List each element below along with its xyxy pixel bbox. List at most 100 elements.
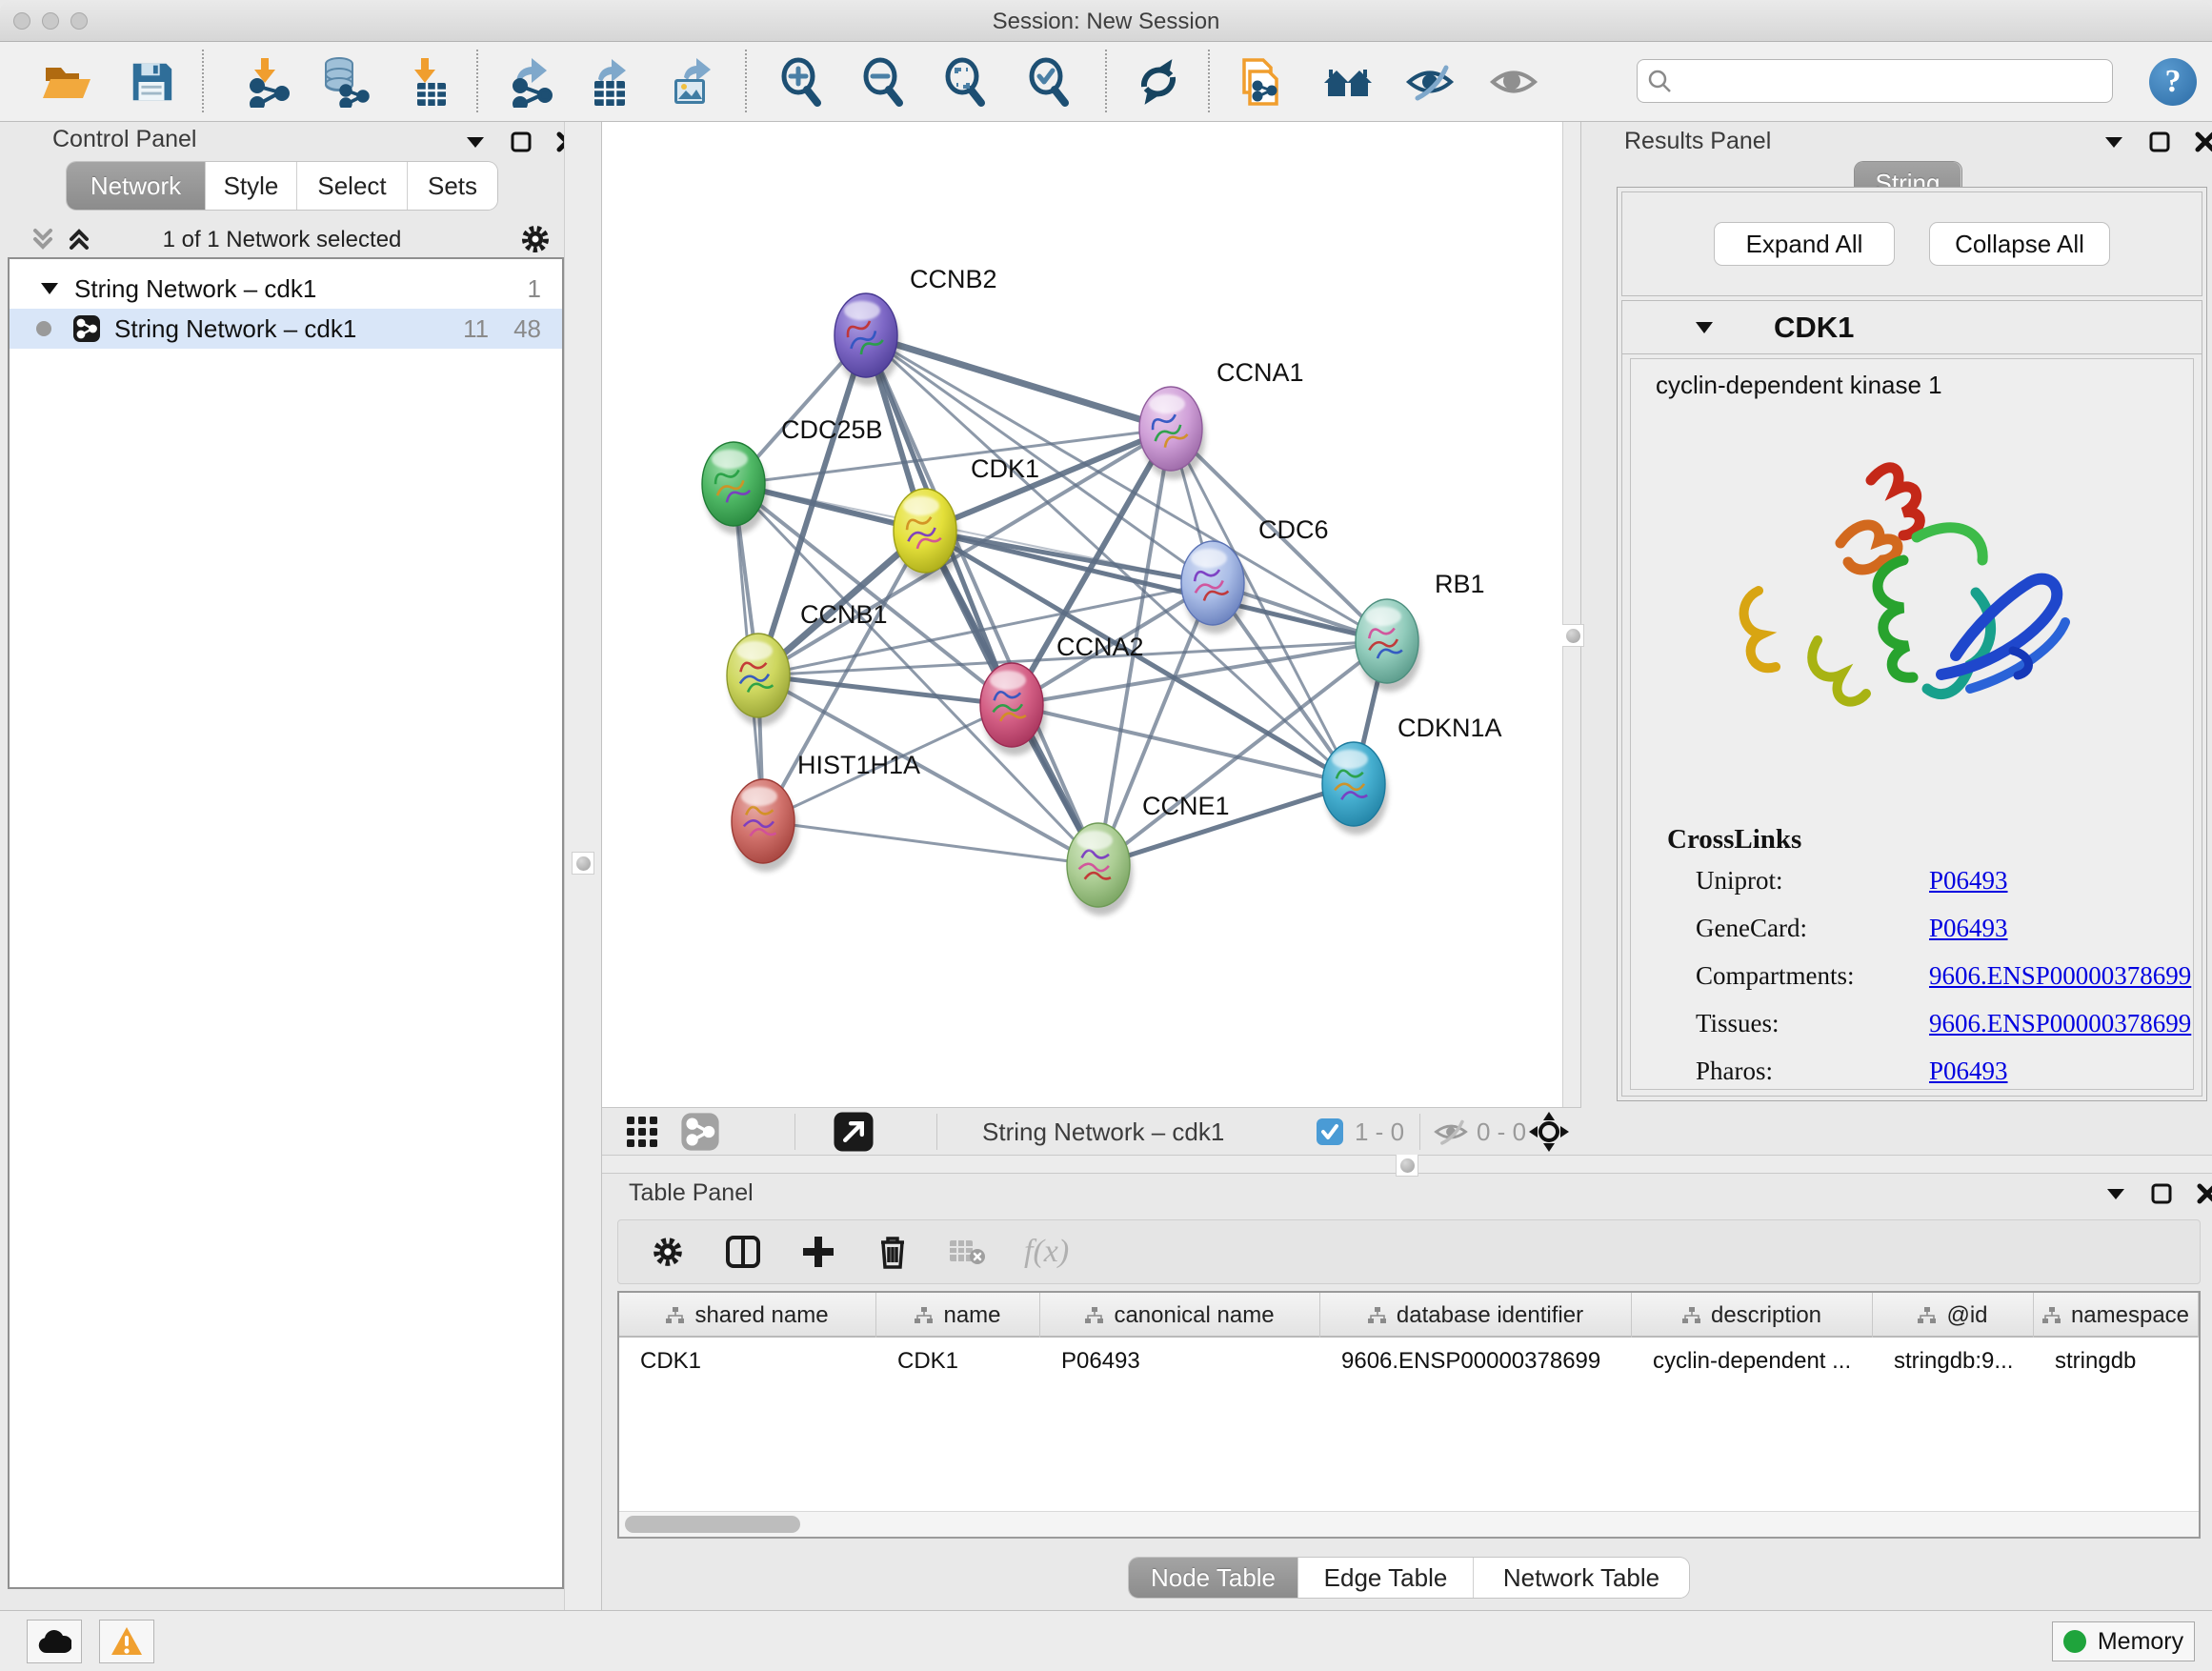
- zoom-out-icon[interactable]: [855, 54, 911, 110]
- network-edge[interactable]: [763, 821, 1098, 865]
- protein-structure-image: [1726, 450, 2098, 764]
- table-cell[interactable]: 9606.ENSP00000378699: [1320, 1339, 1632, 1382]
- results-panel-close-icon[interactable]: [2195, 131, 2212, 152]
- add-column-icon[interactable]: [801, 1235, 835, 1269]
- export-table-icon[interactable]: [583, 54, 638, 110]
- network-collection-row[interactable]: String Network – cdk1 1: [10, 269, 562, 309]
- hide-selected-icon[interactable]: [1402, 54, 1458, 110]
- crosslink-link[interactable]: P06493: [1929, 866, 2008, 896]
- open-session-icon[interactable]: [38, 54, 93, 110]
- gene-section-header[interactable]: CDK1: [1622, 301, 2202, 354]
- results-panel-float-icon[interactable]: [2149, 131, 2170, 152]
- import-network-file-icon[interactable]: [240, 54, 295, 110]
- tab-network[interactable]: Network: [67, 162, 206, 210]
- clone-network-icon[interactable]: [1233, 54, 1288, 110]
- table-panel-float-icon[interactable]: [2151, 1183, 2172, 1204]
- tab-style[interactable]: Style: [206, 162, 297, 210]
- column-header-canonical-name[interactable]: canonical name: [1040, 1293, 1320, 1338]
- expand-all-button[interactable]: Expand All: [1714, 222, 1895, 266]
- delete-column-icon[interactable]: [875, 1234, 910, 1270]
- scrollbar-thumb[interactable]: [625, 1516, 800, 1533]
- collapse-all-button[interactable]: Collapse All: [1929, 222, 2110, 266]
- table-horizontal-scrollbar[interactable]: [619, 1511, 2199, 1537]
- gene-symbol: CDK1: [1774, 311, 1854, 345]
- cloud-status-button[interactable]: [27, 1620, 82, 1663]
- column-header--id[interactable]: @id: [1873, 1293, 2034, 1338]
- table-cell[interactable]: P06493: [1040, 1339, 1320, 1382]
- left-splitter[interactable]: [564, 122, 602, 1610]
- network-thumbnail-icon[interactable]: [680, 1108, 720, 1156]
- network-graph[interactable]: CCNB2CCNA1CDC25BCDK1CDC6RB1CCNB1CCNA2CDK…: [602, 122, 1562, 1107]
- export-network-icon[interactable]: [503, 54, 558, 110]
- home-icon[interactable]: [1320, 54, 1376, 110]
- table-cell[interactable]: stringdb: [2034, 1339, 2199, 1382]
- tab-network-table[interactable]: Network Table: [1474, 1558, 1689, 1598]
- crosslink-label: Uniprot:: [1696, 866, 1783, 895]
- results-panel-collapse-icon[interactable]: [2103, 135, 2124, 149]
- apply-layout-icon[interactable]: [1131, 54, 1186, 110]
- network-node-CCNB1[interactable]: [727, 634, 793, 726]
- save-session-icon[interactable]: [124, 54, 179, 110]
- control-panel-float-icon[interactable]: [511, 131, 532, 152]
- gene-expander-icon[interactable]: [1694, 320, 1715, 334]
- table-options-gear-icon[interactable]: [651, 1235, 685, 1269]
- show-columns-icon[interactable]: [725, 1234, 761, 1270]
- zoom-fit-icon[interactable]: [937, 54, 993, 110]
- right-splitter[interactable]: [1562, 122, 1581, 1107]
- table-cell[interactable]: CDK1: [619, 1339, 876, 1382]
- tab-node-table[interactable]: Node Table: [1129, 1558, 1298, 1598]
- table-row[interactable]: CDK1CDK1P064939606.ENSP00000378699cyclin…: [619, 1339, 2199, 1382]
- collection-expander-icon[interactable]: [40, 282, 59, 295]
- table-panel-close-icon[interactable]: [2197, 1183, 2212, 1204]
- table-cell[interactable]: cyclin-dependent ...: [1632, 1339, 1873, 1382]
- network-node-CDKN1A[interactable]: [1322, 742, 1388, 835]
- network-row[interactable]: String Network – cdk1 11 48: [10, 309, 562, 349]
- network-node-CCNB2[interactable]: [835, 293, 900, 386]
- column-header-shared-name[interactable]: shared name: [619, 1293, 876, 1338]
- fit-selected-crosshair-icon[interactable]: [1528, 1108, 1570, 1156]
- crosslink-link[interactable]: 9606.ENSP00000378699: [1929, 961, 2191, 991]
- table-panel-collapse-icon[interactable]: [2105, 1187, 2126, 1200]
- import-table-icon[interactable]: [400, 54, 455, 110]
- warnings-button[interactable]: [99, 1620, 154, 1663]
- left-splitter-grip[interactable]: [572, 852, 594, 875]
- network-edge[interactable]: [866, 335, 1387, 641]
- selected-checkbox-icon[interactable]: [1316, 1108, 1344, 1156]
- network-edge[interactable]: [1012, 705, 1354, 784]
- horizontal-splitter-grip[interactable]: [1396, 1154, 1418, 1177]
- column-header-namespace[interactable]: namespace: [2034, 1293, 2199, 1338]
- birds-eye-view-icon[interactable]: [833, 1108, 875, 1156]
- network-node-CCNE1[interactable]: [1067, 823, 1133, 916]
- network-node-CCNA2[interactable]: [980, 663, 1046, 755]
- column-header-database-identifier[interactable]: database identifier: [1320, 1293, 1632, 1338]
- table-cell[interactable]: CDK1: [876, 1339, 1040, 1382]
- network-edge[interactable]: [758, 675, 1012, 705]
- network-edge[interactable]: [866, 335, 1098, 865]
- help-button[interactable]: ?: [2149, 58, 2197, 106]
- network-canvas[interactable]: CCNB2CCNA1CDC25BCDK1CDC6RB1CCNB1CCNA2CDK…: [602, 122, 1562, 1107]
- network-edge[interactable]: [866, 335, 1171, 429]
- main-toolbar: ?: [0, 42, 2212, 122]
- network-node-RB1[interactable]: [1356, 599, 1421, 692]
- table-cell[interactable]: stringdb:9...: [1873, 1339, 2034, 1382]
- import-network-database-icon[interactable]: [316, 54, 372, 110]
- network-node-HIST1H1A[interactable]: [732, 779, 797, 872]
- zoom-selected-icon[interactable]: [1021, 54, 1076, 110]
- search-input[interactable]: [1681, 62, 2112, 100]
- tab-edge-table[interactable]: Edge Table: [1298, 1558, 1474, 1598]
- show-all-icon[interactable]: [1486, 54, 1541, 110]
- crosslink-link[interactable]: P06493: [1929, 914, 2008, 943]
- crosslink-link[interactable]: 9606.ENSP00000378699: [1929, 1009, 2191, 1038]
- control-panel-collapse-icon[interactable]: [465, 135, 486, 149]
- export-image-icon[interactable]: [665, 54, 720, 110]
- column-header-description[interactable]: description: [1632, 1293, 1873, 1338]
- network-options-gear-icon[interactable]: [519, 223, 552, 255]
- memory-button[interactable]: Memory: [2052, 1621, 2195, 1661]
- zoom-in-icon[interactable]: [774, 54, 829, 110]
- horizontal-splitter[interactable]: [602, 1155, 2212, 1174]
- grid-view-icon[interactable]: [625, 1108, 659, 1156]
- column-header-name[interactable]: name: [876, 1293, 1040, 1338]
- crosslink-link[interactable]: P06493: [1929, 1057, 2008, 1086]
- tab-sets[interactable]: Sets: [408, 162, 497, 210]
- tab-select[interactable]: Select: [297, 162, 408, 210]
